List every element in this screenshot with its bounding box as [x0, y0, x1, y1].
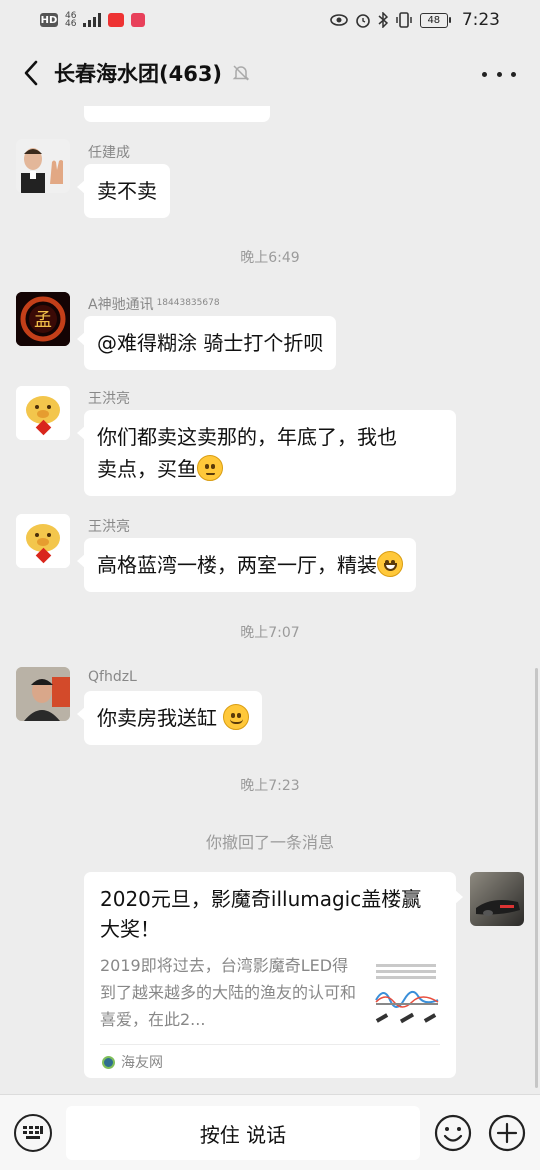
my-avatar[interactable] [470, 872, 524, 926]
eye-icon [330, 14, 348, 26]
chat-header: 长春海水团(463) [0, 40, 540, 106]
sender-name: 王洪亮 [88, 391, 130, 407]
sender-name: QfhdzL [88, 669, 137, 685]
more-actions-button[interactable] [488, 1114, 526, 1152]
emoji-button[interactable] [434, 1114, 472, 1152]
bluetooth-icon [378, 12, 388, 28]
source-logo-icon [102, 1055, 115, 1069]
avatar[interactable] [16, 386, 70, 440]
hd-icon: HD [40, 13, 58, 27]
network-type-icon: 46 46 [65, 11, 77, 29]
status-bar: HD 46 46 48 7:23 [0, 0, 540, 40]
time-separator: 晚上7:23 [240, 778, 300, 794]
time-separator: 晚上7:07 [240, 625, 300, 641]
article-title: 2020元旦，影魔奇illumagic盖楼赢大奖！ [100, 887, 422, 941]
back-button[interactable] [14, 56, 48, 90]
avatar[interactable] [16, 139, 70, 193]
message-bubble[interactable]: 你们都卖这卖那的，年底了，我也 卖点，买鱼 [77, 410, 456, 496]
avatar[interactable]: 孟 [16, 292, 70, 346]
message-bubble[interactable]: @难得糊涂 骑士打个折呗 [76, 316, 337, 370]
plus-icon [488, 1114, 526, 1152]
message-bubble[interactable]: 高格蓝湾一楼，两室一厅，精装 [77, 538, 416, 592]
article-thumbnail [372, 960, 442, 1032]
avatar-seal-text: 孟 [34, 310, 52, 331]
clock: 7:23 [461, 10, 500, 30]
grin-emoji-icon [377, 551, 403, 577]
battery-icon: 48 [419, 12, 451, 28]
back-arrow-icon [24, 60, 38, 86]
emoji-icon [434, 1114, 472, 1152]
partial-message-bubble [84, 106, 270, 122]
message-bubble[interactable]: 卖不卖 [77, 164, 170, 218]
hold-to-talk-button[interactable]: 按住 说话 [66, 1106, 420, 1160]
sender-name: 任建成 [88, 145, 130, 161]
sender-name: 王洪亮 [88, 519, 130, 535]
shared-article-card[interactable]: 2020元旦，影魔奇illumagic盖楼赢大奖！ 2019即将过去，台湾影魔奇… [84, 872, 463, 1078]
avatar[interactable] [16, 667, 70, 721]
keyboard-toggle-button[interactable] [14, 1114, 52, 1152]
chat-title: 长春海水团(463) [54, 62, 223, 86]
alarm-icon [356, 14, 370, 28]
smirk-emoji-icon [223, 704, 250, 730]
scrollbar[interactable] [535, 668, 538, 1088]
article-source: 海友网 [102, 1052, 163, 1072]
message-bubble[interactable]: 你卖房我送缸 [76, 691, 263, 745]
keyboard-icon [23, 1126, 43, 1139]
article-description: 2019即将过去，台湾影魔奇LED得到了越来越多的大陆的渔友的认可和喜爱，在此2… [100, 956, 357, 1029]
mute-bell-icon [232, 65, 250, 81]
thinking-emoji-icon [197, 455, 223, 481]
sender-name: A神驰通讯 18443835678 [88, 297, 220, 313]
vibrate-icon [396, 12, 412, 28]
message-list[interactable]: 任建成 卖不卖 晚上6:49 孟 A神驰通讯 18443835678 @难得糊涂 … [0, 106, 540, 1094]
signal-icon [83, 13, 102, 27]
input-bar: 按住 说话 [0, 1094, 540, 1170]
notification-app-icon [131, 13, 146, 27]
more-options-button[interactable] [482, 62, 516, 86]
time-separator: 晚上6:49 [240, 250, 300, 266]
recall-notice: 你撤回了一条消息 [205, 833, 334, 852]
avatar[interactable] [16, 514, 70, 568]
huawei-app-icon [108, 13, 125, 27]
card-divider [100, 1044, 440, 1045]
